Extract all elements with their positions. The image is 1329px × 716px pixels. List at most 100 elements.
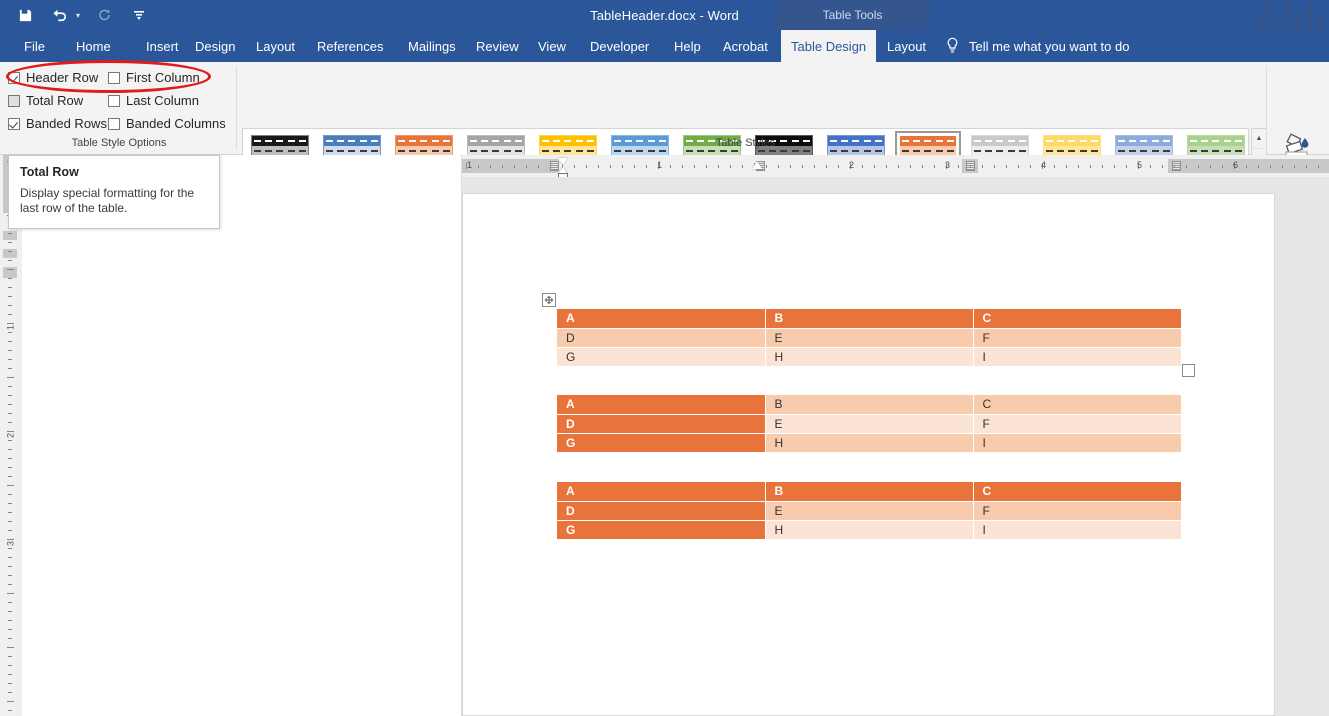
tell-me-box[interactable]: Tell me what you want to do xyxy=(945,30,1129,62)
table-header-row-only[interactable]: A B C D E F G H I xyxy=(557,309,1181,366)
checkbox-banded-columns-box[interactable] xyxy=(108,117,120,130)
ribbon-tab-home[interactable]: Home xyxy=(66,30,121,62)
ribbon-tab-review[interactable]: Review xyxy=(466,30,529,62)
cell[interactable]: F xyxy=(972,501,1181,520)
vruler-tick xyxy=(8,278,12,279)
vruler-tick xyxy=(8,557,12,558)
vruler-tick xyxy=(8,467,12,468)
checkbox-header-row-box[interactable] xyxy=(8,71,20,84)
document-page[interactable]: A B C D E F G H I A B C D E F G H I A B … xyxy=(462,193,1275,716)
ribbon-tab-strip: File Home Insert Design Layout Reference… xyxy=(0,30,1329,62)
hruler-tick xyxy=(778,165,779,168)
ribbon-tab-view[interactable]: View xyxy=(528,30,576,62)
cell[interactable]: A xyxy=(557,309,765,328)
table-move-handle-icon[interactable] xyxy=(542,293,556,307)
first-line-indent-marker[interactable] xyxy=(558,158,568,165)
hruler-tick xyxy=(1246,165,1247,168)
table-row[interactable]: G H I xyxy=(557,520,1181,539)
checkbox-header-row[interactable]: Header Row xyxy=(8,70,108,85)
cell[interactable]: F xyxy=(972,414,1181,433)
checkbox-last-column-box[interactable] xyxy=(108,94,120,107)
table-row[interactable]: D E F xyxy=(557,414,1181,433)
cell[interactable]: B xyxy=(764,482,973,501)
right-indent-marker[interactable] xyxy=(752,161,762,169)
table-row[interactable]: G H I xyxy=(557,433,1181,452)
table-row[interactable]: G H I xyxy=(557,347,1181,366)
ribbon-tab-help[interactable]: Help xyxy=(664,30,711,62)
ribbon-tab-mailings[interactable]: Mailings xyxy=(398,30,466,62)
table-row[interactable]: D E F xyxy=(557,501,1181,520)
ribbon-tab-developer[interactable]: Developer xyxy=(580,30,659,62)
left-pane xyxy=(0,155,462,716)
cell[interactable]: I xyxy=(972,520,1181,539)
hruler-tick xyxy=(730,165,731,168)
checkbox-first-column[interactable]: First Column xyxy=(108,70,200,85)
cell[interactable]: C xyxy=(972,482,1181,501)
checkbox-last-column[interactable]: Last Column xyxy=(108,93,199,108)
cell[interactable]: H xyxy=(764,433,973,452)
cell[interactable]: D xyxy=(557,414,765,433)
cell[interactable]: E xyxy=(764,328,973,347)
table-row[interactable]: D E F xyxy=(557,328,1181,347)
checkbox-banded-rows[interactable]: Banded Rows xyxy=(8,116,108,131)
hruler-tick xyxy=(766,165,767,168)
cell[interactable]: E xyxy=(764,501,973,520)
cell[interactable]: D xyxy=(557,328,765,347)
cell[interactable]: F xyxy=(972,328,1181,347)
ribbon-tab-table-layout[interactable]: Layout xyxy=(877,30,936,62)
vruler-tick xyxy=(8,656,12,657)
ribbon-tab-insert[interactable]: Insert xyxy=(136,30,189,62)
hruler-tick xyxy=(1078,165,1079,168)
vruler-tick xyxy=(7,701,14,702)
vruler-tick xyxy=(7,647,14,648)
vruler-tick xyxy=(8,341,12,342)
hruler-tick xyxy=(922,165,923,168)
cell[interactable]: E xyxy=(764,414,973,433)
vertical-ruler[interactable]: 1 2 3 xyxy=(0,155,22,716)
hruler-tick xyxy=(958,165,959,168)
cell[interactable]: A xyxy=(557,395,765,414)
hruler-tick xyxy=(1066,165,1067,168)
ribbon-tab-design[interactable]: Design xyxy=(185,30,245,62)
checkbox-banded-columns[interactable]: Banded Columns xyxy=(108,116,226,131)
document-area[interactable]: A B C D E F G H I A B C D E F G H I A B … xyxy=(462,177,1329,716)
cell[interactable]: B xyxy=(764,395,973,414)
cell[interactable]: B xyxy=(764,309,973,328)
cell[interactable]: H xyxy=(764,347,973,366)
ribbon-tab-layout[interactable]: Layout xyxy=(246,30,305,62)
table-resize-handle-icon[interactable] xyxy=(1182,364,1195,377)
ribbon-tab-acrobat[interactable]: Acrobat xyxy=(713,30,778,62)
hruler-number: 1 xyxy=(467,160,473,170)
cell[interactable]: G xyxy=(557,347,765,366)
table-first-column-only[interactable]: A B C D E F G H I xyxy=(557,395,1181,452)
table-header-and-first-column[interactable]: A B C D E F G H I xyxy=(557,482,1181,539)
table-row[interactable]: A B C xyxy=(557,482,1181,501)
cell[interactable]: A xyxy=(557,482,765,501)
ribbon-tab-file[interactable]: File xyxy=(14,30,55,62)
ribbon-tab-references[interactable]: References xyxy=(307,30,393,62)
cell[interactable]: G xyxy=(557,520,765,539)
cell[interactable]: D xyxy=(557,501,765,520)
hruler-tick xyxy=(1114,165,1115,168)
cell[interactable]: C xyxy=(972,309,1181,328)
vruler-tick xyxy=(8,242,12,243)
hruler-tick xyxy=(886,165,887,168)
cell[interactable]: I xyxy=(972,433,1181,452)
cell[interactable]: I xyxy=(972,347,1181,366)
table-row[interactable]: A B C xyxy=(557,395,1181,414)
cell[interactable]: C xyxy=(972,395,1181,414)
vruler-tick xyxy=(7,377,14,378)
cell[interactable]: G xyxy=(557,433,765,452)
checkbox-total-row-box[interactable] xyxy=(8,94,20,107)
horizontal-ruler[interactable]: 1 1 2 3 4 5 6 xyxy=(462,155,1329,177)
table-row[interactable]: A B C xyxy=(557,309,1181,328)
hruler-tick xyxy=(574,165,575,168)
checkbox-first-column-box[interactable] xyxy=(108,71,120,84)
ribbon-tab-table-design[interactable]: Table Design xyxy=(781,30,877,62)
cell[interactable]: H xyxy=(764,520,973,539)
hruler-tick xyxy=(490,165,491,168)
gallery-scroll-up-icon[interactable]: ▲ xyxy=(1252,129,1266,150)
title-bar: ▾ TableHeader.docx - Word Table Tools xyxy=(0,0,1329,30)
checkbox-total-row[interactable]: Total Row xyxy=(8,93,108,108)
checkbox-banded-rows-box[interactable] xyxy=(8,117,20,130)
